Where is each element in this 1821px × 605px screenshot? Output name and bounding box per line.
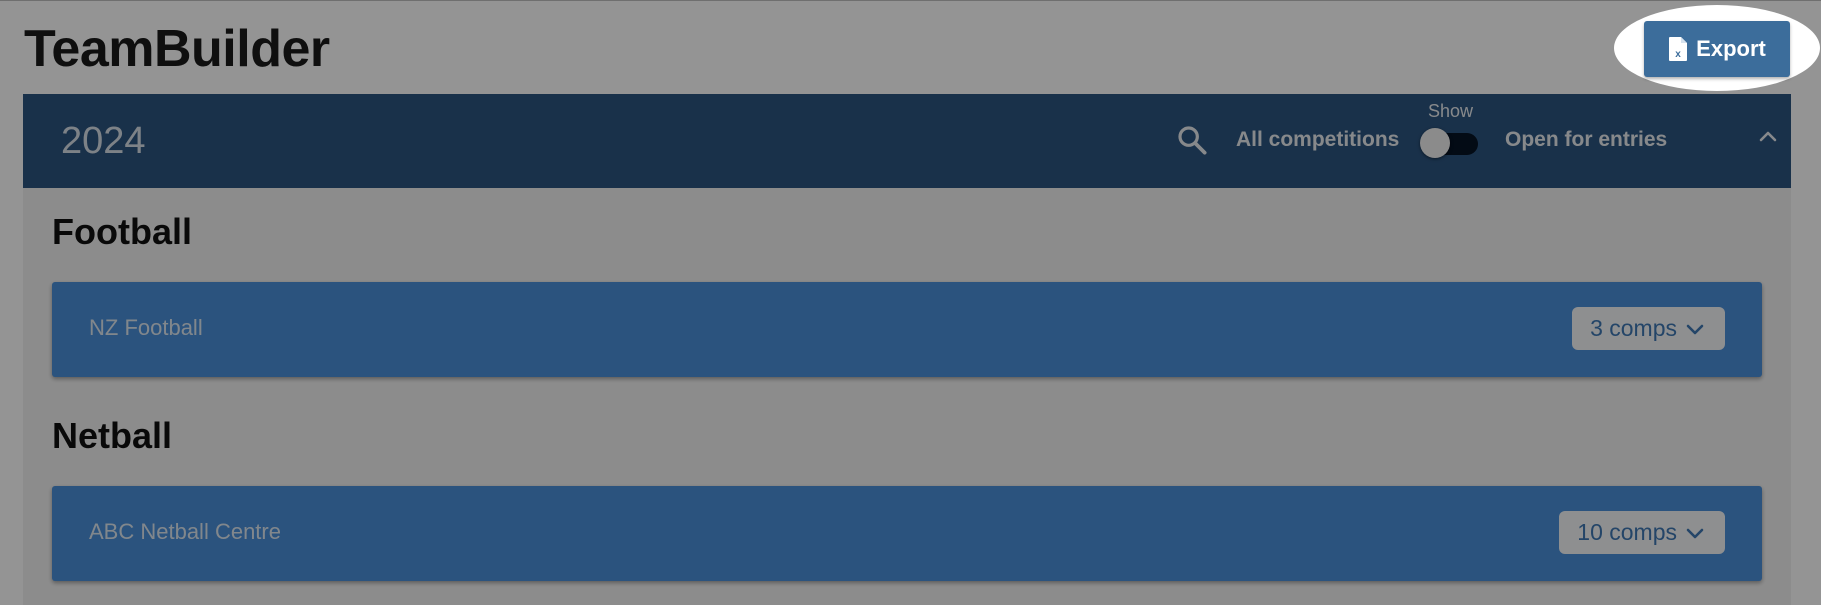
sport-heading-netball: Netball (52, 415, 173, 456)
sport-heading-football: Football (52, 211, 192, 252)
search-icon[interactable] (1176, 124, 1208, 156)
season-panel: 2024 All competitions Show Open for entr… (23, 94, 1791, 605)
comps-dropdown[interactable]: 3 comps (1572, 307, 1725, 350)
export-button[interactable]: x Export (1644, 21, 1790, 77)
org-row-nz-football[interactable]: NZ Football 3 comps (52, 282, 1762, 377)
export-label: Export (1696, 36, 1766, 61)
season-year: 2024 (61, 120, 146, 162)
org-row-abc-netball-centre[interactable]: ABC Netball Centre 10 comps (52, 486, 1762, 581)
toggle-thumb[interactable] (1420, 128, 1450, 158)
comps-dropdown[interactable]: 10 comps (1559, 511, 1725, 554)
open-entries-toggle[interactable] (1420, 128, 1478, 158)
page-title: TeamBuilder (24, 20, 330, 78)
filter-all-competitions[interactable]: All competitions (1236, 128, 1399, 152)
chevron-down-icon (1686, 528, 1704, 538)
comps-count: 3 comps (1590, 315, 1677, 341)
org-name: NZ Football (89, 315, 203, 340)
comps-count: 10 comps (1577, 519, 1677, 545)
svg-text:x: x (1675, 49, 1681, 60)
chevron-up-icon[interactable] (1756, 125, 1780, 149)
toggle-show-label: Show (1428, 101, 1474, 121)
org-name: ABC Netball Centre (89, 519, 281, 544)
excel-file-icon: x (1669, 37, 1688, 61)
chevron-down-icon (1686, 324, 1704, 334)
filter-open-for-entries[interactable]: Open for entries (1505, 128, 1667, 152)
page: TeamBuilder 2024 All competitions Show O… (0, 0, 1821, 605)
season-header[interactable]: 2024 All competitions Show Open for entr… (23, 94, 1791, 188)
